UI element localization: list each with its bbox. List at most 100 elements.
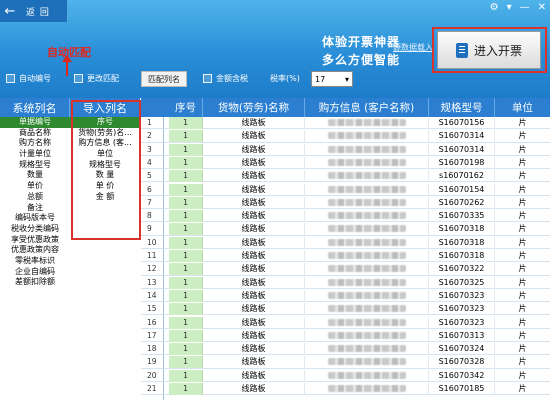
row-index-cell[interactable]: 12 <box>147 263 169 275</box>
row-index-cell[interactable]: 21 <box>147 383 169 395</box>
row-no-cell[interactable]: 1 <box>169 369 203 382</box>
unit-cell[interactable]: 片 <box>495 263 550 275</box>
table-row[interactable]: 20 1 线路板 S16070342 片 <box>141 369 550 382</box>
spec-model-cell[interactable]: S16070262 <box>429 196 495 209</box>
buyer-info-cell[interactable] <box>305 303 429 316</box>
menu-dropdown-icon[interactable]: ▾ <box>507 2 512 13</box>
row-index-cell[interactable]: 8 <box>147 210 169 222</box>
import-column-item[interactable]: 金 额 <box>70 192 140 203</box>
spec-model-cell[interactable]: S16070335 <box>429 210 495 223</box>
table-row[interactable]: 13 1 线路板 S16070325 片 <box>141 276 550 289</box>
unit-cell[interactable]: 片 <box>495 330 550 342</box>
buyer-info-cell[interactable] <box>305 250 429 262</box>
goods-name-cell[interactable]: 线路板 <box>203 196 305 209</box>
col-header-unit[interactable]: 单位 <box>495 98 550 117</box>
goods-name-cell[interactable]: 线路板 <box>203 356 305 369</box>
row-index-cell[interactable]: 15 <box>147 303 169 315</box>
spec-model-cell[interactable]: S16070314 <box>429 130 495 143</box>
row-index-cell[interactable]: 13 <box>147 277 169 289</box>
enter-invoicing-button[interactable]: 进入开票 <box>437 31 541 69</box>
spec-model-cell[interactable]: S16070328 <box>429 356 495 369</box>
change-match-option[interactable]: 更改匹配 <box>74 73 119 84</box>
row-index-cell[interactable]: 17 <box>147 330 169 342</box>
system-column-item[interactable]: 总额 <box>0 192 70 203</box>
settings-icon[interactable]: ⚙ <box>490 2 499 13</box>
row-index-cell[interactable]: 18 <box>147 343 169 355</box>
row-index-cell[interactable]: 9 <box>147 223 169 235</box>
import-data-link[interactable]: 源数据载入 <box>393 42 433 53</box>
table-row[interactable]: 14 1 线路板 S16070323 片 <box>141 289 550 303</box>
goods-name-cell[interactable]: 线路板 <box>203 303 305 316</box>
goods-name-cell[interactable]: 线路板 <box>203 329 305 342</box>
unit-cell[interactable]: 片 <box>495 223 550 235</box>
system-column-item[interactable]: 备注 <box>0 203 70 214</box>
spec-model-cell[interactable]: S16070318 <box>429 250 495 262</box>
system-column-item[interactable]: 优惠政策内容 <box>0 245 70 256</box>
buyer-info-cell[interactable] <box>305 236 429 249</box>
row-index-cell[interactable]: 1 <box>147 117 169 129</box>
table-row[interactable]: 16 1 线路板 S16070323 片 <box>141 316 550 329</box>
table-row[interactable]: 21 1 线路板 S16070185 片 <box>141 383 550 396</box>
row-index-cell[interactable]: 16 <box>147 317 169 329</box>
system-column-item[interactable]: 差额扣除额 <box>0 277 70 288</box>
buyer-info-cell[interactable] <box>305 183 429 196</box>
goods-name-cell[interactable]: 线路板 <box>203 369 305 382</box>
unit-cell[interactable]: 片 <box>495 343 550 355</box>
system-column-item[interactable]: 规格型号 <box>0 160 70 171</box>
system-column-item[interactable]: 税收分类编码 <box>0 224 70 235</box>
table-row[interactable]: 1 1 线路板 S16070156 片 <box>141 117 550 130</box>
buyer-info-cell[interactable] <box>305 356 429 369</box>
auto-number-checkbox[interactable] <box>6 74 15 83</box>
buyer-info-cell[interactable] <box>305 263 429 276</box>
amount-tax-option[interactable]: 金额含税 <box>203 73 248 84</box>
row-no-cell[interactable]: 1 <box>169 196 203 209</box>
row-no-cell[interactable]: 1 <box>169 170 203 183</box>
goods-name-cell[interactable]: 线路板 <box>203 276 305 289</box>
table-row[interactable]: 5 1 线路板 s16070162 片 <box>141 170 550 183</box>
spec-model-cell[interactable]: S16070154 <box>429 183 495 196</box>
col-header-spec[interactable]: 规格型号 <box>429 98 495 117</box>
row-no-cell[interactable]: 1 <box>169 329 203 342</box>
row-no-cell[interactable]: 1 <box>169 250 203 262</box>
table-row[interactable]: 3 1 线路板 S16070314 片 <box>141 143 550 156</box>
buyer-info-cell[interactable] <box>305 369 429 382</box>
system-column-item[interactable]: 享受优惠政策 <box>0 235 70 246</box>
table-row[interactable]: 18 1 线路板 S16070324 片 <box>141 343 550 356</box>
row-no-cell[interactable]: 1 <box>169 343 203 356</box>
spec-model-cell[interactable]: S16070156 <box>429 117 495 129</box>
buyer-info-cell[interactable] <box>305 130 429 143</box>
unit-cell[interactable]: 片 <box>495 290 550 302</box>
row-no-cell[interactable]: 1 <box>169 183 203 196</box>
goods-name-cell[interactable]: 线路板 <box>203 183 305 196</box>
table-row[interactable]: 10 1 线路板 S16070318 片 <box>141 236 550 249</box>
buyer-info-cell[interactable] <box>305 210 429 223</box>
buyer-info-cell[interactable] <box>305 383 429 395</box>
system-column-item[interactable]: 计量单位 <box>0 149 70 160</box>
row-index-cell[interactable]: 7 <box>147 197 169 209</box>
buyer-info-cell[interactable] <box>305 316 429 329</box>
table-row[interactable]: 15 1 线路板 S16070323 片 <box>141 303 550 316</box>
system-column-item[interactable]: 购方名称 <box>0 138 70 149</box>
amount-tax-checkbox[interactable] <box>203 74 212 83</box>
back-button[interactable]: ← 返 回 <box>0 0 68 22</box>
import-column-item[interactable]: 购方信息 (客... <box>70 138 140 149</box>
spec-model-cell[interactable]: S16070323 <box>429 303 495 316</box>
goods-name-cell[interactable]: 线路板 <box>203 143 305 156</box>
unit-cell[interactable]: 片 <box>495 383 550 395</box>
table-row[interactable]: 6 1 线路板 S16070154 片 <box>141 183 550 196</box>
table-row[interactable]: 9 1 线路板 S16070318 片 <box>141 223 550 236</box>
table-row[interactable]: 4 1 线路板 S16070198 片 <box>141 156 550 170</box>
goods-name-cell[interactable]: 线路板 <box>203 263 305 276</box>
unit-cell[interactable]: 片 <box>495 157 550 169</box>
spec-model-cell[interactable]: S16070198 <box>429 156 495 169</box>
row-no-cell[interactable]: 1 <box>169 383 203 395</box>
unit-cell[interactable]: 片 <box>495 237 550 249</box>
import-column-item[interactable]: 单位 <box>70 149 140 160</box>
table-row[interactable]: 2 1 线路板 S16070314 片 <box>141 130 550 143</box>
table-row[interactable]: 12 1 线路板 S16070322 片 <box>141 263 550 276</box>
goods-name-cell[interactable]: 线路板 <box>203 343 305 356</box>
buyer-info-cell[interactable] <box>305 289 429 302</box>
unit-cell[interactable]: 片 <box>495 210 550 222</box>
row-index-cell[interactable]: 10 <box>147 237 169 249</box>
spec-model-cell[interactable]: S16070342 <box>429 369 495 382</box>
